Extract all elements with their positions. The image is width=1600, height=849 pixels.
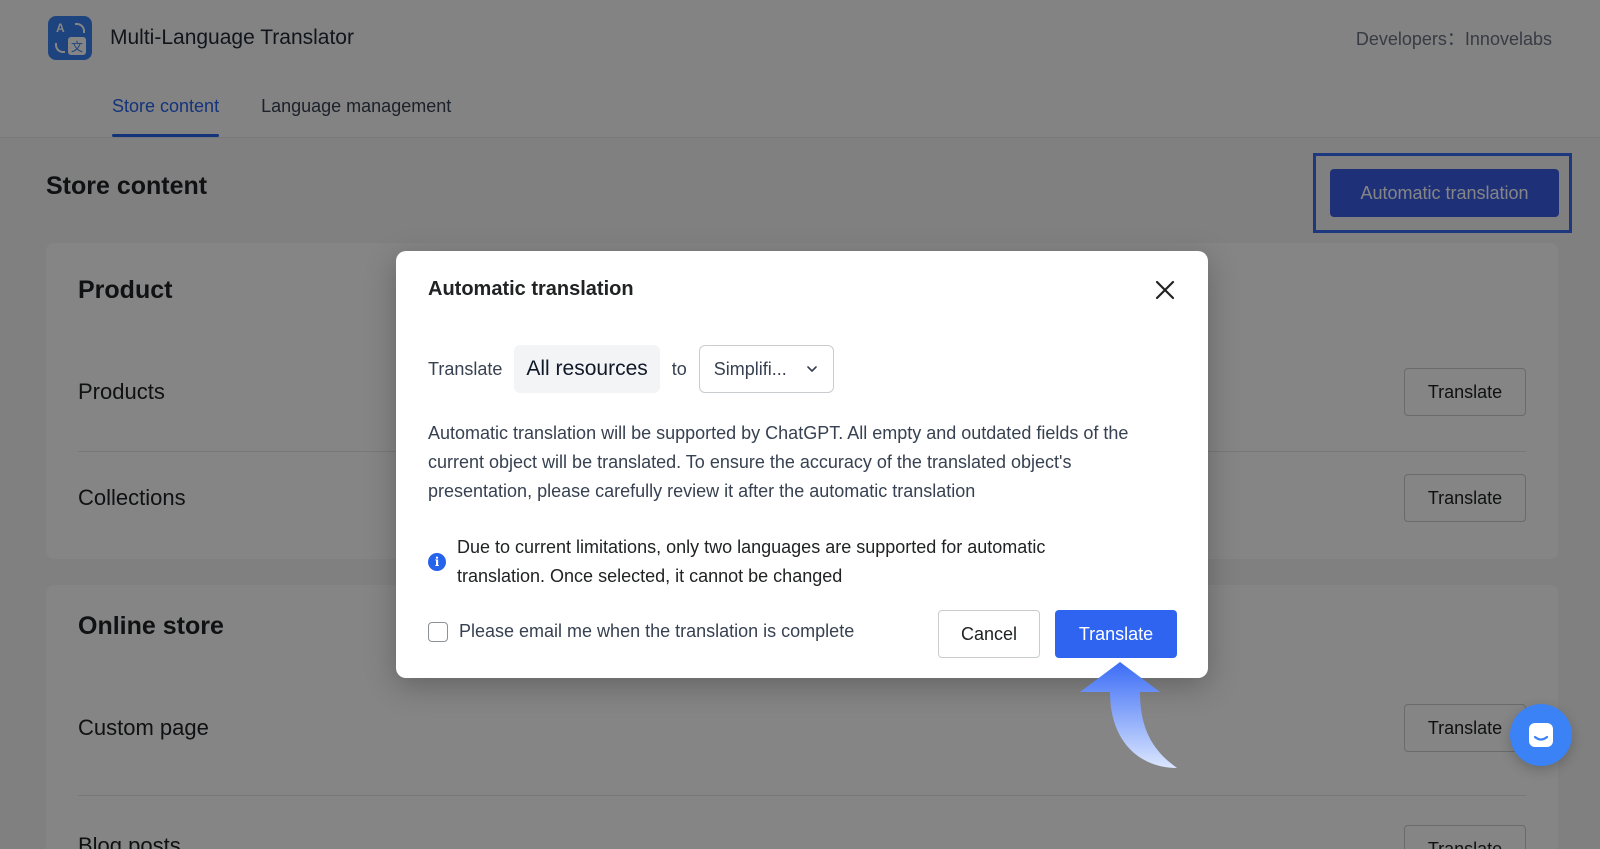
chevron-down-icon [806, 366, 817, 372]
limitation-notice: i Due to current limitations, only two l… [428, 533, 1128, 591]
info-icon: i [428, 553, 446, 571]
notice-text: Due to current limitations, only two lan… [457, 537, 1046, 586]
email-checkbox-label: Please email me when the translation is … [459, 621, 855, 641]
app-root: A 文 Multi-Language Translator Developers… [0, 0, 1600, 849]
arrow-up-icon [1080, 662, 1177, 768]
target-language-value: Simplifi... [713, 358, 787, 379]
translate-confirm-button[interactable]: Translate [1055, 610, 1177, 658]
translate-word: Translate [428, 358, 503, 379]
dialog-title: Automatic translation [428, 278, 634, 300]
automatic-translation-dialog: Automatic translation Translate All reso… [396, 251, 1208, 678]
close-icon[interactable] [1150, 275, 1180, 305]
email-checkbox[interactable] [428, 621, 448, 642]
to-word: to [671, 358, 687, 379]
cancel-button[interactable]: Cancel [938, 610, 1040, 658]
dialog-description: Automatic translation will be supported … [428, 423, 1129, 501]
translate-config-row: Translate All resources to Simplifi... [428, 345, 834, 393]
chat-icon[interactable] [1510, 704, 1572, 766]
resource-select[interactable]: All resources [514, 345, 660, 393]
target-language-select[interactable]: Simplifi... [698, 345, 834, 393]
email-notify-option[interactable]: Please email me when the translation is … [428, 621, 854, 642]
